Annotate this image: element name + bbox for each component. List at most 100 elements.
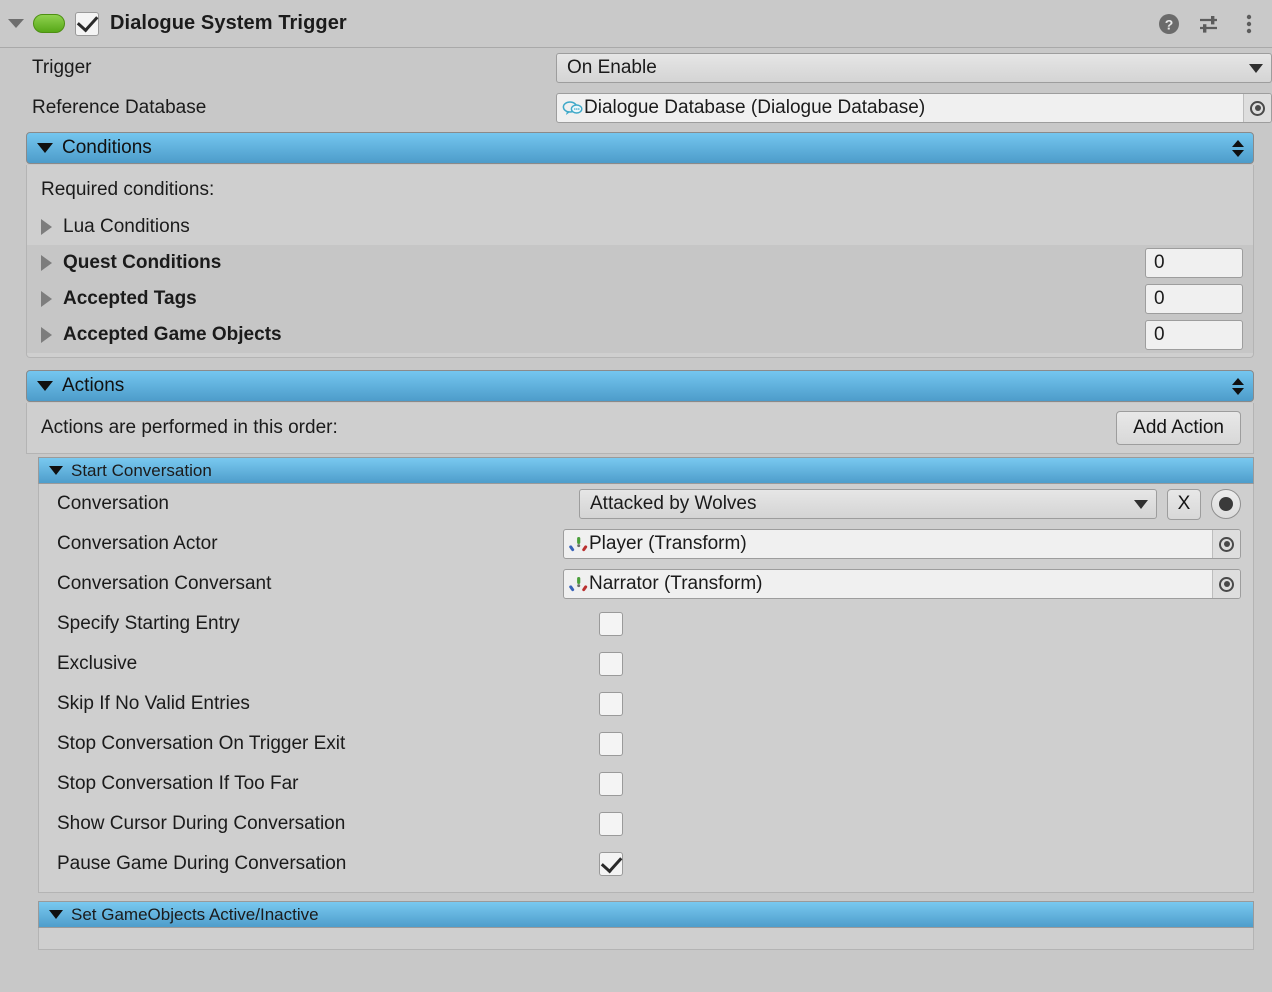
toggle-label: Pause Game During Conversation xyxy=(57,853,347,874)
trigger-label: Trigger xyxy=(32,57,92,78)
conversation-actor-label: Conversation Actor xyxy=(57,533,218,554)
component-enabled-checkbox[interactable] xyxy=(75,11,99,36)
conversation-conversant-value: Narrator (Transform) xyxy=(589,573,763,594)
conversation-conversant-label: Conversation Conversant xyxy=(57,573,272,594)
toggle-row-skip-if-no-valid-entries: Skip If No Valid Entries xyxy=(39,684,1253,724)
reorder-handle-icon[interactable] xyxy=(1232,139,1244,157)
page-title: Dialogue System Trigger xyxy=(110,12,347,34)
conversation-actor-value: Player (Transform) xyxy=(589,533,747,554)
toggle-checkbox-stop-conversation-if-too-far[interactable] xyxy=(599,772,623,796)
toggle-label: Skip If No Valid Entries xyxy=(57,693,250,714)
condition-count-input[interactable]: 0 xyxy=(1145,248,1243,278)
svg-text:?: ? xyxy=(1165,16,1174,32)
reference-database-label: Reference Database xyxy=(32,97,207,118)
clear-conversation-button[interactable]: X xyxy=(1167,488,1201,520)
toggle-row-specify-starting-entry: Specify Starting Entry xyxy=(39,604,1253,644)
chevron-right-icon[interactable] xyxy=(41,255,52,271)
three-dot-menu-icon[interactable] xyxy=(1238,13,1260,35)
component-header[interactable]: Dialogue System Trigger ? xyxy=(0,0,1272,48)
toggle-checkbox-pause-game-during-conversation[interactable] xyxy=(599,852,623,876)
conditions-intro-row: Required conditions: xyxy=(27,171,1253,209)
condition-row-quest[interactable]: Quest Conditions 0 xyxy=(27,245,1253,281)
conversation-conversant-row: Conversation Conversant Narrator (Transf… xyxy=(39,564,1253,604)
dialogue-database-icon xyxy=(562,100,583,117)
conversation-value: Attacked by Wolves xyxy=(590,493,757,514)
toggle-label: Exclusive xyxy=(57,653,138,674)
action-header-set-gameobjects[interactable]: Set GameObjects Active/Inactive xyxy=(38,901,1254,928)
reference-database-value: Dialogue Database (Dialogue Database) xyxy=(584,97,926,118)
toggle-label: Specify Starting Entry xyxy=(57,613,240,634)
conversation-actor-object-field[interactable]: Player (Transform) xyxy=(563,529,1241,559)
chevron-down-icon xyxy=(37,143,53,153)
condition-count-input[interactable]: 0 xyxy=(1145,320,1243,350)
conversation-actor-row: Conversation Actor Player (Transform) xyxy=(39,524,1253,564)
transform-gizmo-icon xyxy=(569,576,588,593)
toggle-checkbox-show-cursor-during-conversation[interactable] xyxy=(599,812,623,836)
add-action-button[interactable]: Add Action xyxy=(1116,411,1241,445)
trigger-row: Trigger On Enable xyxy=(0,48,1272,88)
conversation-actor-controls: Player (Transform) xyxy=(563,529,1253,559)
trigger-field-col: On Enable xyxy=(556,53,1272,83)
condition-row-accepted-tags[interactable]: Accepted Tags 0 xyxy=(27,281,1253,317)
toggle-row-show-cursor-during-conversation: Show Cursor During Conversation xyxy=(39,804,1253,844)
actions-intro-row: Actions are performed in this order: Add… xyxy=(27,403,1253,453)
preset-sliders-icon[interactable] xyxy=(1198,13,1220,35)
actions-section-header[interactable]: Actions xyxy=(26,370,1254,402)
chevron-down-icon xyxy=(1249,63,1263,73)
object-picker-icon[interactable] xyxy=(1212,570,1240,598)
conversation-conversant-object-field[interactable]: Narrator (Transform) xyxy=(563,569,1241,599)
toggle-row-stop-conversation-if-too-far: Stop Conversation If Too Far xyxy=(39,764,1253,804)
chevron-right-icon[interactable] xyxy=(41,219,52,235)
toggle-label: Stop Conversation On Trigger Exit xyxy=(57,733,346,754)
condition-label: Accepted Game Objects xyxy=(63,324,282,345)
conditions-section-header[interactable]: Conditions xyxy=(26,132,1254,164)
condition-label: Lua Conditions xyxy=(63,216,190,237)
reference-database-object-field[interactable]: Dialogue Database (Dialogue Database) xyxy=(556,93,1272,123)
conditions-panel: Required conditions: Lua Conditions Ques… xyxy=(26,165,1254,358)
toggle-checkbox-exclusive[interactable] xyxy=(599,652,623,676)
chevron-down-icon[interactable] xyxy=(8,19,24,28)
chevron-down-icon xyxy=(1134,499,1148,509)
script-capsule-icon xyxy=(33,14,65,33)
condition-label: Accepted Tags xyxy=(63,288,197,309)
actions-panel: Actions are performed in this order: Add… xyxy=(26,403,1254,454)
conversation-picker-button[interactable] xyxy=(1211,489,1241,519)
help-icon[interactable]: ? xyxy=(1158,13,1180,35)
conversation-dropdown[interactable]: Attacked by Wolves xyxy=(579,489,1157,519)
condition-row-accepted-game-objects[interactable]: Accepted Game Objects 0 xyxy=(27,317,1253,353)
conversation-conversant-controls: Narrator (Transform) xyxy=(563,569,1253,599)
action-title: Set GameObjects Active/Inactive xyxy=(71,904,319,924)
chevron-right-icon[interactable] xyxy=(41,327,52,343)
actions-intro-label: Actions are performed in this order: xyxy=(41,417,338,438)
chevron-right-icon[interactable] xyxy=(41,291,52,307)
reference-database-row: Reference Database Dialogue Database (Di… xyxy=(0,88,1272,128)
object-picker-icon[interactable] xyxy=(1212,530,1240,558)
toggle-label: Show Cursor During Conversation xyxy=(57,813,346,834)
toggle-checkbox-specify-starting-entry[interactable] xyxy=(599,612,623,636)
chevron-down-icon xyxy=(49,910,63,919)
conversation-row: Conversation Attacked by Wolves X xyxy=(39,484,1253,524)
condition-row-lua[interactable]: Lua Conditions xyxy=(27,209,1253,245)
condition-label: Quest Conditions xyxy=(63,252,222,273)
toggle-row-pause-game-during-conversation: Pause Game During Conversation xyxy=(39,844,1253,884)
conditions-intro-label: Required conditions: xyxy=(41,179,215,200)
conversation-label: Conversation xyxy=(57,493,169,514)
conversation-controls: Attacked by Wolves X xyxy=(579,488,1253,520)
transform-gizmo-icon xyxy=(569,536,588,553)
chevron-down-icon xyxy=(49,466,63,475)
trigger-dropdown[interactable]: On Enable xyxy=(556,53,1272,83)
toggle-row-exclusive: Exclusive xyxy=(39,644,1253,684)
condition-count-input[interactable]: 0 xyxy=(1145,284,1243,314)
toggle-checkbox-skip-if-no-valid-entries[interactable] xyxy=(599,692,623,716)
toggle-label: Stop Conversation If Too Far xyxy=(57,773,299,794)
action-title: Start Conversation xyxy=(71,460,212,480)
object-picker-icon[interactable] xyxy=(1243,94,1271,122)
reorder-handle-icon[interactable] xyxy=(1232,377,1244,395)
action-header-start-conversation[interactable]: Start Conversation xyxy=(38,457,1254,484)
set-gameobjects-body xyxy=(38,928,1254,950)
toggle-row-stop-conversation-on-trigger-exit: Stop Conversation On Trigger Exit xyxy=(39,724,1253,764)
trigger-value: On Enable xyxy=(567,57,657,78)
reference-database-field-col: Dialogue Database (Dialogue Database) xyxy=(556,93,1272,123)
toggle-checkbox-stop-conversation-on-trigger-exit[interactable] xyxy=(599,732,623,756)
chevron-down-icon xyxy=(37,381,53,391)
